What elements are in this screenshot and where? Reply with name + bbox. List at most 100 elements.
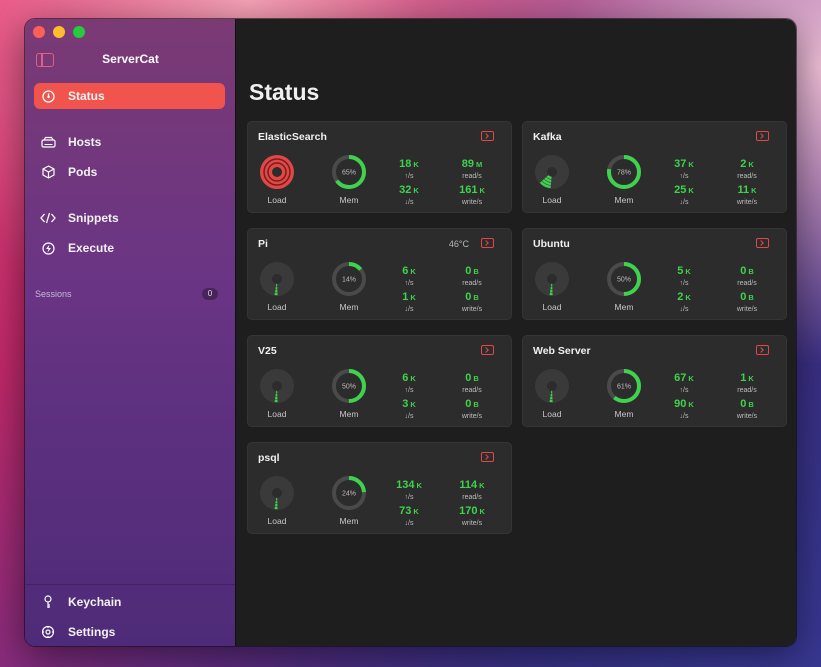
upload-stat: 18 K ↑/s <box>399 158 419 180</box>
sidebar-item-label: Execute <box>68 241 115 255</box>
terminal-icon[interactable] <box>756 131 769 141</box>
load-gauge <box>258 153 296 191</box>
mem-label: Mem <box>339 516 359 526</box>
sidebar-item-label: Status <box>68 89 105 103</box>
load-gauge <box>533 153 571 191</box>
mem-label: Mem <box>614 195 634 205</box>
sidebar-item-hosts[interactable]: Hosts <box>34 129 225 155</box>
mem-percent: 61% <box>617 384 631 391</box>
load-label: Load <box>267 195 287 205</box>
mem-percent: 65% <box>342 170 356 177</box>
load-gauge <box>533 367 571 405</box>
write-stat: 170 Kwrite/s <box>459 505 485 527</box>
upload-stat: 5 K ↑/s <box>677 265 691 287</box>
server-card[interactable]: Web Server Load 61% Mem 67 K ↑/s 90 K ↓/s 1 Kread/s… <box>522 335 787 427</box>
load-label: Load <box>267 302 287 312</box>
divider <box>25 584 235 585</box>
main-content: Status ElasticSearch Load 65% Mem 18 K ↑/s 32 K ↓… <box>236 19 796 646</box>
sidebar-item-pods[interactable]: Pods <box>34 159 225 185</box>
read-stat: 2 Kread/s <box>737 158 757 180</box>
sidebar-item-label: Hosts <box>68 135 102 149</box>
gear-icon <box>40 624 56 640</box>
server-name: Web Server <box>533 345 591 357</box>
close-button[interactable] <box>33 26 45 38</box>
read-stat: 114 Kread/s <box>459 479 485 501</box>
sessions-count-badge: 0 <box>202 288 218 300</box>
mem-label: Mem <box>614 409 634 419</box>
mem-label: Mem <box>614 302 634 312</box>
server-name: Pi <box>258 238 268 250</box>
download-stat: 32 K ↓/s <box>399 184 419 206</box>
read-stat: 1 Kread/s <box>737 372 757 394</box>
load-gauge <box>258 367 296 405</box>
bolt-icon <box>40 240 56 256</box>
server-name: psql <box>258 452 280 464</box>
read-stat: 0 Bread/s <box>462 265 482 287</box>
load-label: Load <box>267 409 287 419</box>
write-stat: 0 Bwrite/s <box>736 291 758 313</box>
mem-gauge: 24% <box>330 474 368 512</box>
load-label: Load <box>542 302 562 312</box>
server-card[interactable]: Pi 46°C Load 14% Mem 6 K ↑/s 1 K ↓/s 0 Bread/s 0 Bwrit… <box>247 228 512 320</box>
sidebar-item-snippets[interactable]: Snippets <box>34 205 225 231</box>
read-stat: 89 Mread/s <box>461 158 483 180</box>
server-name: V25 <box>258 345 277 357</box>
write-stat: 11 Kwrite/s <box>736 184 758 206</box>
terminal-icon[interactable] <box>756 238 769 248</box>
server-card[interactable]: psql Load 24% Mem 134 K ↑/s 73 K ↓/s 114 Kread/s 170… <box>247 442 512 534</box>
window-controls <box>33 26 85 38</box>
sidebar-item-keychain[interactable]: Keychain <box>34 589 225 615</box>
mem-label: Mem <box>339 195 359 205</box>
read-stat: 0 Bread/s <box>462 372 482 394</box>
sidebar-item-status[interactable]: Status <box>34 83 225 109</box>
mem-gauge: 50% <box>605 260 643 298</box>
terminal-icon[interactable] <box>756 345 769 355</box>
server-card[interactable]: Kafka Load 78% Mem 37 K ↑/s 25 K ↓/s 2 Kread/s 11 Kwr… <box>522 121 787 213</box>
status-icon <box>40 88 56 104</box>
mem-label: Mem <box>339 302 359 312</box>
sidebar-item-label: Pods <box>68 165 98 179</box>
server-card[interactable]: Ubuntu Load 50% Mem 5 K ↑/s 2 K ↓/s 0 Bread/s 0 Bwrit… <box>522 228 787 320</box>
terminal-icon[interactable] <box>481 131 494 141</box>
minimize-button[interactable] <box>53 26 65 38</box>
box-icon <box>40 164 56 180</box>
upload-stat: 37 K ↑/s <box>674 158 694 180</box>
sidebar-item-execute[interactable]: Execute <box>34 235 225 261</box>
terminal-icon[interactable] <box>481 452 494 462</box>
server-card[interactable]: V25 Load 50% Mem 6 K ↑/s 3 K ↓/s 0 Bread/s 0 Bwrite/s <box>247 335 512 427</box>
mem-percent: 24% <box>342 491 356 498</box>
load-label: Load <box>542 195 562 205</box>
temperature: 46°C <box>448 239 469 249</box>
write-stat: 0 Bwrite/s <box>461 398 483 420</box>
upload-stat: 134 K ↑/s <box>396 479 422 501</box>
load-label: Load <box>267 516 287 526</box>
server-name: Ubuntu <box>533 238 570 250</box>
mem-percent: 50% <box>617 277 631 284</box>
download-stat: 25 K ↓/s <box>674 184 694 206</box>
load-label: Load <box>542 409 562 419</box>
mem-gauge: 61% <box>605 367 643 405</box>
load-gauge <box>258 474 296 512</box>
write-stat: 161 Kwrite/s <box>459 184 485 206</box>
sidebar: ServerCat Status Hosts Pods Snippets Exe… <box>25 19 236 646</box>
read-stat: 0 Bread/s <box>737 265 757 287</box>
sessions-label: Sessions <box>35 289 72 299</box>
hosts-icon <box>40 134 56 150</box>
mem-gauge: 14% <box>330 260 368 298</box>
server-card[interactable]: ElasticSearch Load 65% Mem 18 K ↑/s 32 K ↓/s 89 Mre… <box>247 121 512 213</box>
terminal-icon[interactable] <box>481 345 494 355</box>
app-title: ServerCat <box>102 52 159 66</box>
mem-percent: 14% <box>342 277 356 284</box>
mem-label: Mem <box>339 409 359 419</box>
zoom-button[interactable] <box>73 26 85 38</box>
sidebar-item-settings[interactable]: Settings <box>34 619 225 645</box>
terminal-icon[interactable] <box>481 238 494 248</box>
sidebar-item-label: Snippets <box>68 211 119 225</box>
download-stat: 1 K ↓/s <box>402 291 416 313</box>
sidebar-item-label: Keychain <box>68 595 122 609</box>
mem-percent: 50% <box>342 384 356 391</box>
server-name: ElasticSearch <box>258 131 327 143</box>
write-stat: 0 Bwrite/s <box>461 291 483 313</box>
mem-gauge: 65% <box>330 153 368 191</box>
load-gauge <box>533 260 571 298</box>
